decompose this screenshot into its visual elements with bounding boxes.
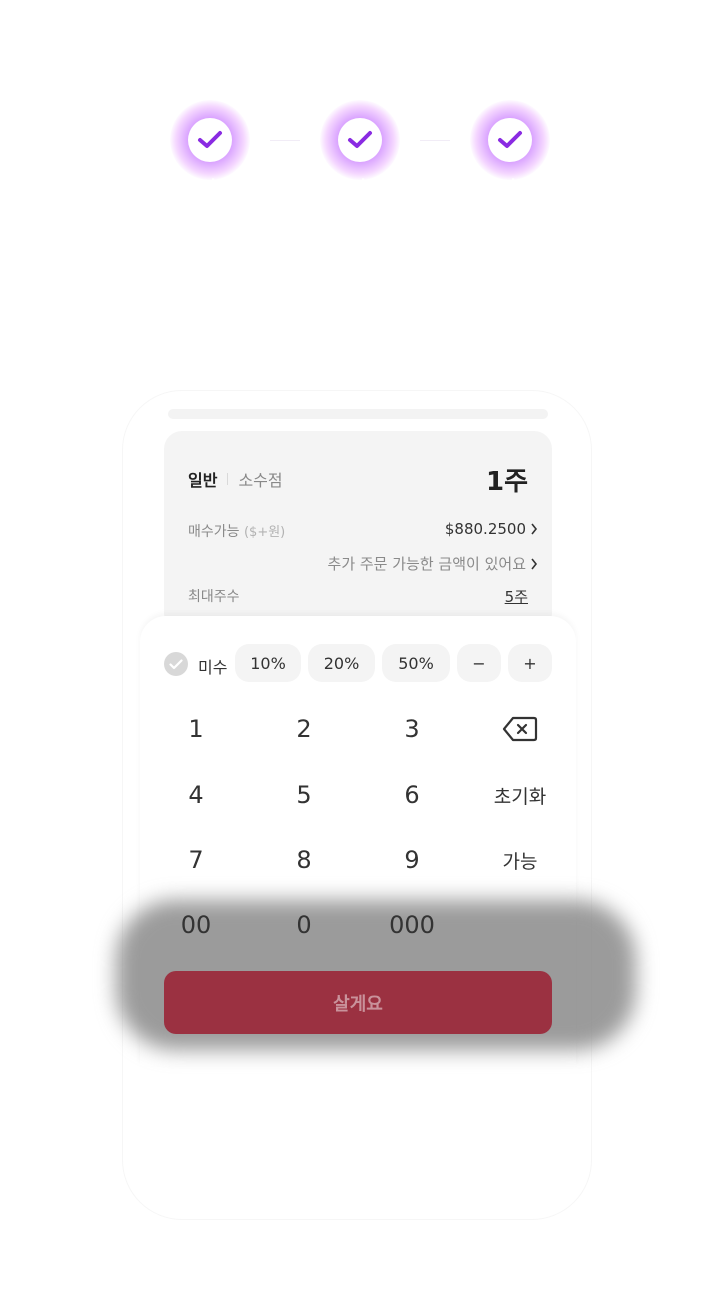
increment-button[interactable]: + (508, 644, 552, 682)
max-shares-value[interactable]: 5주 (505, 586, 528, 607)
chip-10-percent[interactable]: 10% (235, 644, 301, 682)
quick-chips: 미수 10% 20% 50% − + (164, 644, 552, 684)
quantity-display: 1주 (485, 467, 528, 497)
key-8[interactable]: 8 (254, 835, 354, 885)
check-icon (188, 118, 232, 162)
order-type-tabs: 일반 소수점 (188, 467, 283, 491)
key-3[interactable]: 3 (362, 704, 462, 754)
chip-50-percent[interactable]: 50% (382, 644, 450, 682)
reset-key[interactable]: 초기화 (470, 770, 570, 820)
key-9[interactable]: 9 (362, 835, 462, 885)
tab-fractional[interactable]: 소수점 (238, 467, 282, 491)
key-2[interactable]: 2 (254, 704, 354, 754)
step-1: 1단계 (150, 90, 270, 200)
decrement-button[interactable]: − (457, 644, 501, 682)
step-label: 2단계 (338, 178, 383, 199)
check-icon (338, 118, 382, 162)
max-shares-label: 최대주수 (188, 589, 240, 605)
buyable-sub: ($+원) (243, 525, 286, 540)
step-label: 1단계 (188, 178, 233, 199)
tab-divider (227, 473, 229, 485)
key-000[interactable]: 000 (362, 900, 462, 950)
chevron-right-icon (531, 558, 538, 569)
margin-label: 미수 (198, 658, 228, 677)
chevron-right-icon (531, 523, 538, 535)
step-connector (270, 140, 300, 141)
buy-button[interactable]: 살게요 (164, 971, 552, 1034)
buyable-value: $880.2500 (444, 520, 526, 538)
key-5[interactable]: 5 (254, 770, 354, 820)
step-connector (420, 140, 450, 141)
key-00[interactable]: 00 (146, 900, 246, 950)
extra-note: 추가 주문 가능한 금액이 있어요 (327, 555, 526, 573)
buyable-amount[interactable]: $880.2500 (445, 520, 538, 538)
tab-regular[interactable]: 일반 (188, 467, 217, 491)
buyable-label: 매수가능 ($+원) (188, 521, 285, 541)
check-icon (169, 658, 183, 669)
key-4[interactable]: 4 (146, 770, 246, 820)
step-progress: 1단계 2단계 3단계 (0, 90, 720, 210)
buyable-label-text: 매수가능 (188, 524, 240, 540)
step-2: 2단계 (300, 90, 420, 200)
bottom-key-row: 00 0 000 (140, 900, 576, 950)
backspace-key[interactable] (470, 704, 570, 754)
key-7[interactable]: 7 (146, 835, 246, 885)
chip-20-percent[interactable]: 20% (308, 644, 375, 682)
extra-amount-link[interactable]: 추가 주문 가능한 금액이 있어요 (328, 553, 538, 574)
available-key[interactable]: 가능 (470, 835, 570, 885)
key-0[interactable]: 0 (254, 900, 354, 950)
check-icon (488, 118, 532, 162)
step-3: 3단계 (450, 90, 570, 200)
order-card: 일반 소수점 1주 매수가능 ($+원) $880.2500 추가 주문 가능한… (164, 431, 552, 631)
key-1[interactable]: 1 (146, 704, 246, 754)
key-6[interactable]: 6 (362, 770, 462, 820)
margin-checkbox[interactable] (164, 652, 188, 676)
backspace-icon (502, 716, 538, 742)
sheet-handle (168, 409, 548, 419)
step-label: 3단계 (488, 178, 533, 199)
